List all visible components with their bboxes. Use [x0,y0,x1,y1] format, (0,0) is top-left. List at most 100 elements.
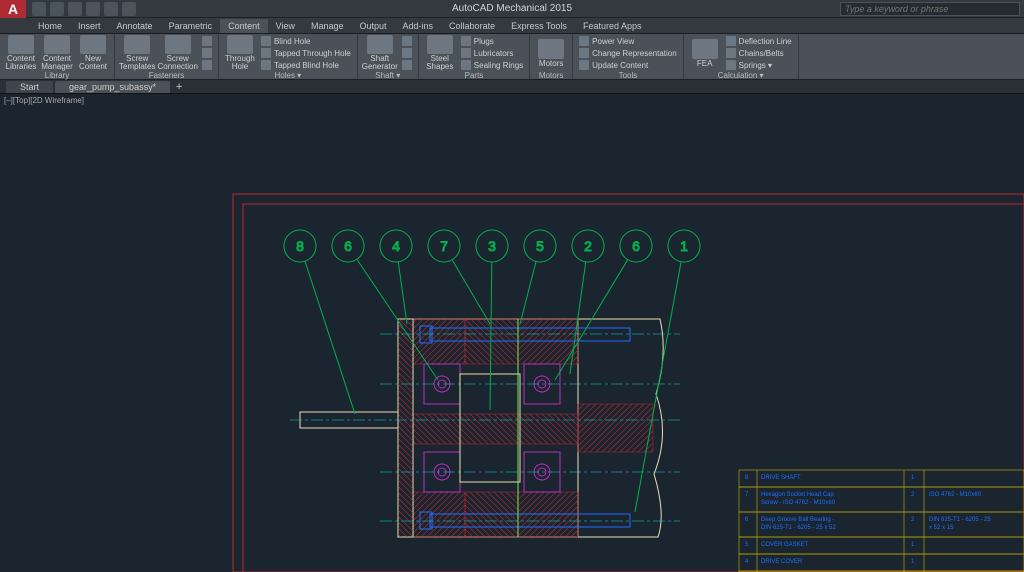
doc-tab-start[interactable]: Start [6,81,53,93]
svg-text:x 52 x 15: x 52 x 15 [929,525,954,531]
svg-text:1: 1 [911,559,915,565]
fastener-small-1[interactable] [200,35,214,47]
tab-featured-apps[interactable]: Featured Apps [575,19,650,33]
tapped-through-hole-button[interactable]: Tapped Through Hole [259,47,353,59]
svg-text:DRIVE SHAFT: DRIVE SHAFT [761,475,801,481]
bom-table: 8DRIVE SHAFT17Hexagon Socket Head CapScr… [739,470,1024,572]
update-content-button[interactable]: Update Content [577,59,679,71]
chains-belts-button[interactable]: Chains/Belts [724,47,794,59]
qat-new-icon[interactable] [32,2,46,16]
deflection-line-button[interactable]: Deflection Line [724,35,794,47]
blind-hole-button[interactable]: Blind Hole [259,35,353,47]
panel-parts-caption: Parts [423,71,525,80]
doc-tab-active[interactable]: gear_pump_subassy* [55,81,170,93]
lubricators-button[interactable]: Lubricators [459,47,525,59]
panel-calculation-caption[interactable]: Calculation ▾ [688,71,794,80]
qat-print-icon[interactable] [122,2,136,16]
fastener-small-3[interactable] [200,59,214,71]
tab-collaborate[interactable]: Collaborate [441,19,503,33]
through-hole-label: ThroughHole [225,55,255,71]
fastener-icon-1 [202,36,212,46]
through-hole-button[interactable]: ThroughHole [223,35,257,71]
springs-label: Springs ▾ [739,61,772,70]
svg-text:2: 2 [911,517,915,523]
new-content-button[interactable]: NewContent [76,35,110,71]
screw-templates-button[interactable]: ScrewTemplates [119,35,155,71]
through-hole-icon [227,35,253,54]
svg-text:1: 1 [911,542,915,548]
deflection-line-icon [726,36,736,46]
fea-button[interactable]: FEA [688,35,722,71]
tab-annotate[interactable]: Annotate [109,19,161,33]
help-search-input[interactable] [841,3,1019,15]
motors-button[interactable]: Motors [534,35,568,71]
panel-shaft-caption[interactable]: Shaft ▾ [362,71,414,80]
plugs-button[interactable]: Plugs [459,35,525,47]
shaft-small-2[interactable] [400,47,414,59]
ribbon: ContentLibraries ContentManager NewConte… [0,34,1024,80]
screw-templates-label: ScrewTemplates [119,55,155,71]
drawing-canvas[interactable]: [–][Top][2D Wireframe] [0,94,1024,572]
content-manager-button[interactable]: ContentManager [40,35,74,71]
motors-icon [538,39,564,59]
change-representation-button[interactable]: Change Representation [577,47,679,59]
tab-content[interactable]: Content [220,19,268,33]
qat-undo-icon[interactable] [86,2,100,16]
panel-fasteners-caption: Fasteners [119,71,214,80]
qat-save-icon[interactable] [68,2,82,16]
screw-connection-icon [165,35,191,54]
screw-connection-button[interactable]: ScrewConnection [157,35,197,71]
springs-button[interactable]: Springs ▾ [724,59,794,71]
tapped-blind-hole-label: Tapped Blind Hole [274,61,339,70]
tab-express-tools[interactable]: Express Tools [503,19,575,33]
tab-output[interactable]: Output [352,19,395,33]
screw-templates-icon [124,35,150,54]
tab-manage[interactable]: Manage [303,19,352,33]
fastener-icon-2 [202,48,212,58]
svg-text:Screw - ISO 4762 - M10x60: Screw - ISO 4762 - M10x60 [761,500,836,506]
shaft-generator-label: ShaftGenerator [362,55,398,71]
new-content-icon [80,35,106,54]
svg-text:4: 4 [392,238,400,254]
update-content-label: Update Content [592,61,648,70]
blind-hole-icon [261,36,271,46]
tab-addins[interactable]: Add-ins [395,19,442,33]
qat-open-icon[interactable] [50,2,64,16]
tab-view[interactable]: View [268,19,303,33]
springs-icon [726,60,736,70]
update-content-icon [579,60,589,70]
change-representation-icon [579,48,589,58]
panel-holes-caption[interactable]: Holes ▾ [223,71,353,80]
tab-home[interactable]: Home [30,19,70,33]
new-doc-tab-button[interactable]: + [172,81,186,93]
ribbon-tabs: Home Insert Annotate Parametric Content … [0,18,1024,34]
power-view-button[interactable]: Power View [577,35,679,47]
panel-library: ContentLibraries ContentManager NewConte… [0,34,115,79]
shaft-generator-button[interactable]: ShaftGenerator [362,35,398,71]
content-manager-label: ContentManager [41,55,73,71]
steel-shapes-button[interactable]: SteelShapes [423,35,457,71]
tab-parametric[interactable]: Parametric [161,19,221,33]
steel-shapes-icon [427,35,453,54]
help-search[interactable] [840,2,1020,16]
tab-insert[interactable]: Insert [70,19,109,33]
shaft-small-1[interactable] [400,35,414,47]
document-tabs: Start gear_pump_subassy* + [0,80,1024,94]
app-logo-icon[interactable]: A [0,0,26,18]
shaft-small-3[interactable] [400,59,414,71]
fastener-icon-3 [202,60,212,70]
tapped-through-hole-icon [261,48,271,58]
content-libraries-button[interactable]: ContentLibraries [4,35,38,71]
blind-hole-label: Blind Hole [274,37,310,46]
panel-motors: Motors Motors [530,34,573,79]
fastener-small-2[interactable] [200,47,214,59]
fea-icon [692,39,718,59]
tapped-blind-hole-button[interactable]: Tapped Blind Hole [259,59,353,71]
panel-tools-caption: Tools [577,71,679,80]
qat-redo-icon[interactable] [104,2,118,16]
title-bar: A AutoCAD Mechanical 2015 [0,0,1024,18]
sealing-rings-button[interactable]: Sealing Rings [459,59,525,71]
panel-parts: SteelShapes Plugs Lubricators Sealing Ri… [419,34,530,79]
svg-text:8: 8 [296,238,304,254]
chains-belts-icon [726,48,736,58]
